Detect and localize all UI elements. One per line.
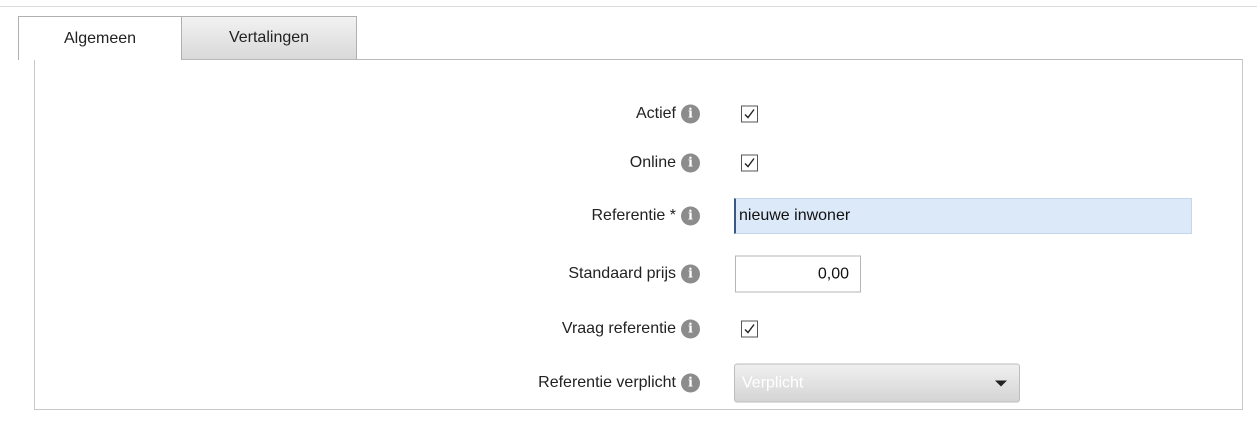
tab-panel-algemeen: Actief i Online i Referentie * i nieuwe … — [34, 59, 1243, 410]
actief-checkbox[interactable] — [741, 105, 758, 123]
top-divider — [0, 6, 1257, 7]
info-icon[interactable]: i — [681, 104, 700, 124]
tab-algemeen-label: Algemeen — [63, 29, 137, 47]
chevron-down-icon — [995, 380, 1007, 387]
referentie-label: Referentie * — [591, 207, 677, 224]
standaard-prijs-input[interactable] — [735, 255, 861, 293]
actief-label: Actief — [635, 105, 676, 122]
referentie-verplicht-value: Verplicht — [742, 374, 804, 391]
referentie-verplicht-select[interactable]: Verplicht — [734, 363, 1020, 403]
referentie-input[interactable] — [734, 198, 1192, 234]
row-standaard-prijs: Standaard prijs i — [35, 255, 1242, 293]
online-label: Online — [629, 154, 676, 171]
checkmark-icon — [744, 324, 755, 334]
info-icon[interactable]: i — [681, 319, 700, 339]
row-actief: Actief i — [35, 97, 1242, 131]
vraag-referentie-label: Vraag referentie — [561, 320, 676, 337]
info-icon[interactable]: i — [681, 264, 700, 284]
tab-vertalingen[interactable]: Vertalingen — [182, 16, 357, 59]
checkmark-icon — [744, 109, 755, 119]
info-icon[interactable]: i — [681, 206, 700, 226]
checkmark-icon — [744, 158, 755, 168]
tab-vertalingen-label: Vertalingen — [228, 29, 310, 46]
edit-form-window: Algemeen Vertalingen Actief i Online i R… — [0, 0, 1257, 424]
row-online: Online i — [35, 146, 1242, 180]
referentie-verplicht-label: Referentie verplicht — [538, 374, 676, 391]
online-checkbox[interactable] — [741, 154, 758, 172]
tab-algemeen[interactable]: Algemeen — [18, 16, 182, 60]
standaard-prijs-label: Standaard prijs — [568, 265, 676, 282]
vraag-referentie-checkbox[interactable] — [741, 320, 758, 338]
info-icon[interactable]: i — [681, 373, 700, 393]
row-referentie: Referentie * i — [35, 198, 1242, 234]
info-icon[interactable]: i — [681, 153, 700, 173]
row-vraag-referentie: Vraag referentie i — [35, 312, 1242, 346]
row-referentie-verplicht: Referentie verplicht i Verplicht — [35, 363, 1242, 403]
